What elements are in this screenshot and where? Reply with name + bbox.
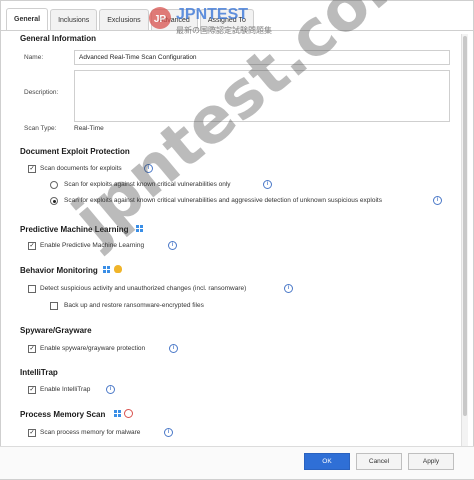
- memory-scan-checkbox[interactable]: ✓: [28, 429, 36, 437]
- info-icon[interactable]: i: [168, 241, 177, 250]
- exploit-option-critical-radio[interactable]: [50, 181, 58, 189]
- section-title-memory: Process Memory Scan: [20, 410, 106, 419]
- windows-icon: [114, 410, 121, 417]
- section-title-intellitrap: IntelliTrap: [20, 368, 58, 377]
- description-label: Description:: [24, 89, 59, 96]
- name-label: Name:: [24, 54, 44, 61]
- cancel-button[interactable]: Cancel: [356, 453, 402, 470]
- behavior-detect-label: Detect suspicious activity and unauthori…: [40, 285, 247, 292]
- scan-type-value: Real-Time: [74, 125, 104, 132]
- scrollbar-thumb[interactable]: [463, 36, 467, 416]
- tab-inclusions[interactable]: Inclusions: [50, 9, 98, 30]
- section-title-general: General Information: [20, 34, 97, 43]
- info-icon[interactable]: i: [169, 344, 178, 353]
- tab-general[interactable]: General: [6, 8, 49, 30]
- ok-button[interactable]: OK: [304, 453, 350, 470]
- intellitrap-checkbox[interactable]: ✓: [28, 386, 36, 394]
- tab-exclusions[interactable]: Exclusions: [99, 9, 149, 30]
- dialog-footer: OK Cancel Apply: [0, 446, 474, 479]
- memory-scan-label: Scan process memory for malware: [40, 429, 141, 436]
- info-icon[interactable]: i: [106, 385, 115, 394]
- info-icon[interactable]: i: [164, 428, 173, 437]
- scan-docs-checkbox[interactable]: ✓: [28, 165, 36, 173]
- pml-checkbox[interactable]: ✓: [28, 242, 36, 250]
- pml-label: Enable Predictive Machine Learning: [40, 242, 145, 249]
- intellitrap-label: Enable IntelliTrap: [40, 386, 91, 393]
- linux-icon: [114, 265, 122, 273]
- info-icon[interactable]: i: [263, 180, 272, 189]
- memory-warning-icon: [124, 409, 133, 418]
- section-title-behavior: Behavior Monitoring: [20, 266, 98, 275]
- spyware-checkbox[interactable]: ✓: [28, 345, 36, 353]
- exploit-option-aggressive-radio[interactable]: [50, 197, 58, 205]
- behavior-detect-checkbox[interactable]: [28, 285, 36, 293]
- info-icon[interactable]: i: [284, 284, 293, 293]
- svg-text:JPNTEST: JPNTEST: [176, 6, 248, 23]
- behavior-backup-checkbox[interactable]: [50, 302, 58, 310]
- name-value: Advanced Real-Time Scan Configuration: [79, 54, 197, 61]
- behavior-backup-label: Back up and restore ransomware-encrypted…: [64, 302, 204, 309]
- scan-type-label: Scan Type:: [24, 125, 57, 132]
- vertical-scrollbar[interactable]: [461, 34, 468, 448]
- windows-icon: [103, 266, 110, 273]
- spyware-label: Enable spyware/grayware protection: [40, 345, 146, 352]
- info-icon[interactable]: i: [433, 196, 442, 205]
- apply-button[interactable]: Apply: [408, 453, 454, 470]
- section-title-spyware: Spyware/Grayware: [20, 326, 92, 335]
- svg-text:JP: JP: [154, 14, 167, 25]
